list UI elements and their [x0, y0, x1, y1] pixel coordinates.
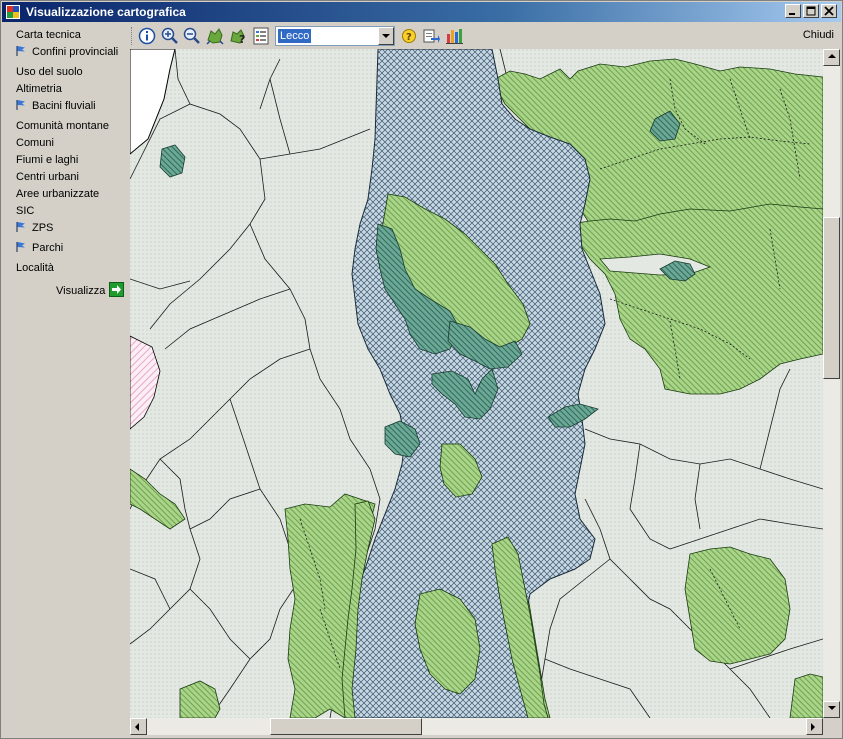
- layer-item-zps[interactable]: ZPS: [16, 220, 53, 236]
- minimize-icon: [789, 13, 795, 15]
- close-map-button[interactable]: Chiudi: [803, 29, 834, 41]
- svg-text:?: ?: [406, 32, 412, 43]
- layer-sidebar: Carta tecnica Confini provinciali Uso de…: [2, 23, 128, 738]
- zoom-in-button[interactable]: [160, 26, 180, 46]
- layer-label: Comuni: [16, 137, 54, 149]
- layer-label: Parchi: [32, 242, 64, 254]
- layer-label: Confini provinciali: [32, 46, 119, 58]
- scroll-down-button[interactable]: [823, 701, 840, 718]
- layer-item-uso-del-suolo[interactable]: Uso del suolo: [16, 64, 83, 80]
- province-select-dropdown-button[interactable]: [378, 27, 394, 45]
- map-panel: [129, 49, 842, 738]
- minimize-button[interactable]: [785, 4, 801, 18]
- province-select[interactable]: Lecco: [275, 26, 395, 46]
- vertical-scroll-thumb[interactable]: [823, 217, 840, 379]
- layer-label: Bacini fluviali: [32, 100, 96, 112]
- title-bar[interactable]: Visualizzazione cartografica: [2, 2, 841, 22]
- chevron-left-icon: [135, 723, 139, 731]
- map-toolbar: ? Lecco ? Chiudi: [129, 23, 842, 49]
- svg-text:?: ?: [239, 33, 245, 46]
- info-button[interactable]: [137, 26, 157, 46]
- window-title: Visualizzazione cartografica: [26, 5, 186, 19]
- layer-item-comuni[interactable]: Comuni: [16, 135, 54, 151]
- layer-item-carta-tecnica[interactable]: Carta tecnica: [16, 27, 81, 43]
- close-window-button[interactable]: [821, 4, 837, 18]
- toolbar-grip[interactable]: [131, 27, 135, 45]
- zoom-out-button[interactable]: [182, 26, 202, 46]
- layer-label: Altimetria: [16, 83, 62, 95]
- layer-label: Comunità montane: [16, 120, 109, 132]
- layer-item-parchi[interactable]: Parchi: [16, 240, 63, 256]
- maximize-button[interactable]: [803, 4, 819, 18]
- arrow-right-icon: [109, 282, 125, 297]
- layer-item-fiumi-e-laghi[interactable]: Fiumi e laghi: [16, 152, 78, 168]
- visualizza-button[interactable]: Visualizza: [56, 282, 125, 300]
- layer-item-centri-urbani[interactable]: Centri urbani: [16, 169, 79, 185]
- export-button[interactable]: [421, 26, 441, 46]
- scroll-left-button[interactable]: [130, 718, 147, 735]
- main-window: Visualizzazione cartografica Carta tecni…: [0, 0, 843, 739]
- horizontal-scroll-thumb[interactable]: [270, 718, 422, 735]
- flag-icon: [16, 222, 25, 232]
- layer-item-sic[interactable]: SIC: [16, 203, 34, 219]
- flag-icon: [16, 242, 25, 252]
- scroll-up-button[interactable]: [823, 49, 840, 66]
- map-canvas[interactable]: [130, 49, 823, 718]
- layer-label: Località: [16, 262, 54, 274]
- chevron-up-icon: [828, 54, 836, 58]
- scrollbar-corner: [823, 718, 840, 735]
- layer-item-altimetria[interactable]: Altimetria: [16, 81, 62, 97]
- horizontal-scrollbar[interactable]: [130, 718, 823, 735]
- legend-button[interactable]: [251, 26, 271, 46]
- province-select-value: Lecco: [278, 29, 312, 43]
- close-icon: [824, 6, 834, 16]
- app-icon: [6, 5, 20, 19]
- chevron-down-icon: [382, 34, 390, 38]
- layer-item-comunita-montane[interactable]: Comunità montane: [16, 118, 109, 134]
- layer-label: Fiumi e laghi: [16, 154, 79, 166]
- layer-item-aree-urbanizzate[interactable]: Aree urbanizzate: [16, 186, 99, 202]
- layer-label: Uso del suolo: [16, 66, 83, 78]
- visualizza-label: Visualizza: [56, 285, 106, 297]
- layer-label: Centri urbani: [16, 171, 79, 183]
- scroll-right-button[interactable]: [806, 718, 823, 735]
- layer-label: Carta tecnica: [16, 29, 81, 41]
- chevron-right-icon: [811, 723, 815, 731]
- chart-button[interactable]: [444, 26, 464, 46]
- layer-item-localita[interactable]: Località: [16, 260, 54, 276]
- layer-item-bacini-fluviali[interactable]: Bacini fluviali: [16, 98, 96, 114]
- full-extent-button[interactable]: [205, 26, 225, 46]
- identify-button[interactable]: ?: [228, 26, 248, 46]
- layer-item-confini-provinciali[interactable]: Confini provinciali: [16, 44, 118, 60]
- maximize-icon: [806, 6, 816, 16]
- layer-label: SIC: [16, 205, 35, 217]
- chevron-down-icon: [828, 706, 836, 710]
- map-svg[interactable]: [130, 49, 823, 718]
- vertical-scrollbar[interactable]: [823, 49, 840, 718]
- flag-icon: [16, 46, 25, 56]
- layer-label: ZPS: [32, 222, 54, 234]
- layer-label: Aree urbanizzate: [16, 188, 100, 200]
- flag-icon: [16, 100, 25, 110]
- help-button[interactable]: ?: [399, 26, 419, 46]
